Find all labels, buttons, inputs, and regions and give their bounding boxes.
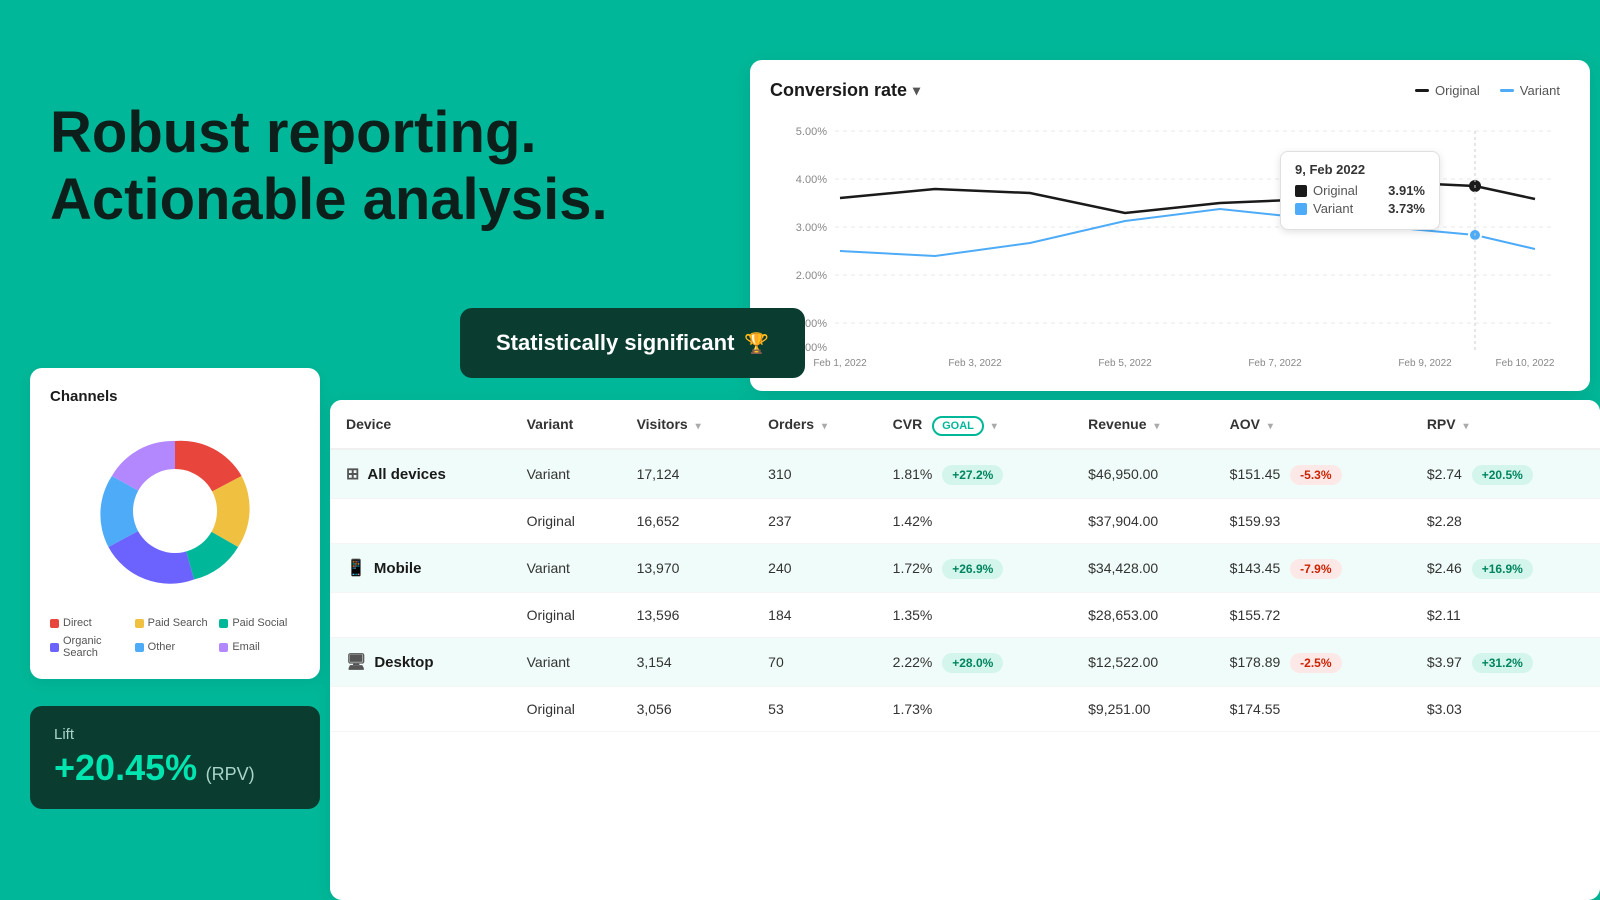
col-rpv[interactable]: RPV ▾: [1411, 400, 1600, 449]
svg-text:Feb 9, 2022: Feb 9, 2022: [1398, 358, 1452, 369]
table-row: 🖥 Desktop Variant 3,154 70 2.22% +28.0% …: [330, 638, 1600, 687]
col-variant: Variant: [511, 400, 621, 449]
lift-value: +20.45%: [54, 747, 197, 788]
chart-area: 5.00% 4.00% 3.00% 2.00% 1.00% 0.00% Feb …: [770, 111, 1560, 371]
legend-email: Email: [219, 635, 300, 659]
svg-text:Feb 1, 2022: Feb 1, 2022: [813, 358, 867, 369]
legend-direct: Direct: [50, 617, 131, 629]
legend-original: Original: [1415, 83, 1480, 98]
legend-paid-search: Paid Search: [135, 617, 216, 629]
mobile-icon: 📱: [346, 558, 366, 578]
chart-svg: 5.00% 4.00% 3.00% 2.00% 1.00% 0.00% Feb …: [770, 111, 1560, 371]
donut-chart: [85, 421, 265, 601]
table-row: Original 16,652 237 1.42% $37,904.00 $15…: [330, 499, 1600, 544]
legend-variant: Variant: [1500, 83, 1560, 98]
table-header-row: Device Variant Visitors ▾ Orders ▾ CVR G…: [330, 400, 1600, 449]
channels-title: Channels: [50, 388, 300, 405]
col-aov[interactable]: AOV ▾: [1214, 400, 1411, 449]
col-visitors[interactable]: Visitors ▾: [621, 400, 753, 449]
table-row: 📱 Mobile Variant 13,970 240 1.72% +26.9%…: [330, 544, 1600, 593]
channels-legend: Direct Paid Search Paid Social Organic S…: [50, 617, 300, 659]
svg-text:Feb 7, 2022: Feb 7, 2022: [1248, 358, 1302, 369]
col-device: Device: [330, 400, 511, 449]
device-all-devices: ⊞ All devices: [346, 464, 495, 484]
legend-other: Other: [135, 635, 216, 659]
table-row: ⊞ All devices Variant 17,124 310 1.81% +…: [330, 449, 1600, 499]
svg-text:5.00%: 5.00%: [796, 126, 827, 138]
svg-text:Feb 5, 2022: Feb 5, 2022: [1098, 358, 1152, 369]
trophy-icon: 🏆: [744, 331, 769, 356]
device-desktop: 🖥 Desktop: [346, 652, 495, 672]
chart-title: Conversion rate ▾: [770, 80, 920, 101]
svg-text:3.00%: 3.00%: [796, 222, 827, 234]
table-row: Original 3,056 53 1.73% $9,251.00 $174.5…: [330, 687, 1600, 732]
svg-text:Feb 10, 2022: Feb 10, 2022: [1496, 358, 1555, 369]
desktop-icon: 🖥: [346, 652, 366, 672]
table-panel: Device Variant Visitors ▾ Orders ▾ CVR G…: [330, 400, 1600, 900]
col-orders[interactable]: Orders ▾: [752, 400, 876, 449]
stat-sig-badge: Statistically significant 🏆: [460, 308, 805, 378]
tooltip-variant-row: Variant 3.73%: [1295, 201, 1425, 216]
lift-value-container: +20.45% (RPV): [54, 747, 296, 789]
lift-suffix: (RPV): [206, 764, 255, 784]
channels-widget: Channels Direct Paid Search: [30, 368, 320, 679]
donut-container: [50, 421, 300, 601]
svg-text:2.00%: 2.00%: [796, 270, 827, 282]
col-cvr[interactable]: CVR GOAL ▾: [877, 400, 1072, 449]
table-row: Original 13,596 184 1.35% $28,653.00 $15…: [330, 593, 1600, 638]
svg-text:4.00%: 4.00%: [796, 174, 827, 186]
lift-label: Lift: [54, 726, 296, 743]
device-mobile: 📱 Mobile: [346, 558, 495, 578]
hero-title-line1: Robust reporting.: [50, 100, 537, 165]
lift-widget: Lift +20.45% (RPV): [30, 706, 320, 809]
chart-dropdown-icon[interactable]: ▾: [913, 82, 920, 99]
legend-paid-social: Paid Social: [219, 617, 300, 629]
legend-organic-search: Organic Search: [50, 635, 131, 659]
data-table: Device Variant Visitors ▾ Orders ▾ CVR G…: [330, 400, 1600, 732]
chart-legend: Original Variant: [1415, 83, 1560, 98]
svg-text:Feb 3, 2022: Feb 3, 2022: [948, 358, 1002, 369]
stat-sig-label: Statistically significant: [496, 330, 734, 356]
tooltip-date: 9, Feb 2022: [1295, 162, 1425, 177]
chart-panel: Conversion rate ▾ Original Variant 5.00%…: [750, 60, 1590, 391]
chart-tooltip: 9, Feb 2022 Original 3.91% Variant 3.73%: [1280, 151, 1440, 230]
hero-title: Robust reporting. Actionable analysis.: [50, 100, 700, 233]
col-revenue[interactable]: Revenue ▾: [1072, 400, 1214, 449]
hero-title-line2: Actionable analysis.: [50, 167, 608, 232]
tooltip-original-row: Original 3.91%: [1295, 183, 1425, 198]
chart-header: Conversion rate ▾ Original Variant: [770, 80, 1560, 101]
all-devices-icon: ⊞: [346, 464, 359, 484]
